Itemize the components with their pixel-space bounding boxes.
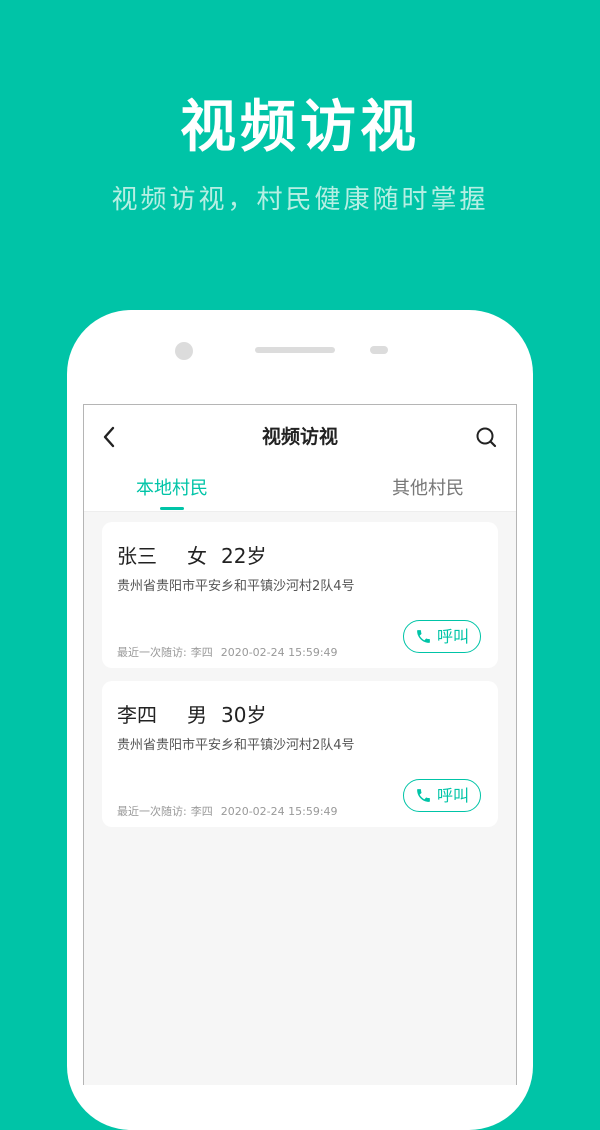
resident-name: 李四 [117,703,157,727]
hero-title: 视频访视 [180,95,420,160]
phone-icon [417,789,430,802]
app-screen: 视频访视 本地村民 其他村民 张三 女 22岁 贵州省贵阳市平安乡和平镇沙河村2… [83,404,517,1085]
resident-address: 贵州省贵阳市平安乡和平镇沙河村2队4号 [117,738,355,753]
phone-speaker [255,347,335,353]
tab-local-residents[interactable]: 本地村民 [124,469,220,511]
chevron-left-icon [103,426,115,448]
resident-address: 贵州省贵阳市平安乡和平镇沙河村2队4号 [117,579,355,594]
nav-bar: 视频访视 [84,405,516,469]
resident-gender: 男 [187,703,207,727]
call-button-label: 呼叫 [436,626,469,646]
last-visit-label: 最近一次随访: [117,805,187,818]
resident-gender: 女 [187,544,207,568]
resident-name: 张三 [117,544,157,568]
last-visit-info: 最近一次随访: 李四 2020-02-24 15:59:49 [117,805,338,819]
resident-card[interactable]: 张三 女 22岁 贵州省贵阳市平安乡和平镇沙河村2队4号 最近一次随访: 李四 20… [102,522,498,668]
call-button[interactable]: 呼叫 [403,620,481,653]
phone-sensor [370,346,388,354]
search-button[interactable] [474,425,500,451]
last-visit-person: 李四 [190,646,213,659]
last-visit-label: 最近一次随访: [117,646,187,659]
last-visit-person: 李四 [190,805,213,818]
hero-subtitle: 视频访视，村民健康随时掌握 [111,185,489,215]
search-icon [476,427,497,448]
call-button-label: 呼叫 [436,785,469,805]
tab-other-residents[interactable]: 其他村民 [380,469,476,511]
tab-bar: 本地村民 其他村民 [84,469,516,512]
phone-camera [175,342,193,360]
last-visit-time: 2020-02-24 15:59:49 [220,805,338,818]
active-tab-indicator [160,507,184,510]
resident-age: 22岁 [221,544,267,568]
last-visit-time: 2020-02-24 15:59:49 [220,646,338,659]
last-visit-info: 最近一次随访: 李四 2020-02-24 15:59:49 [117,646,338,660]
resident-age: 30岁 [221,703,267,727]
call-button[interactable]: 呼叫 [403,779,481,812]
back-button[interactable] [98,423,122,451]
phone-icon [417,630,430,643]
page-title: 视频访视 [261,426,338,448]
resident-card[interactable]: 李四 男 30岁 贵州省贵阳市平安乡和平镇沙河村2队4号 最近一次随访: 李四 20… [102,681,498,827]
